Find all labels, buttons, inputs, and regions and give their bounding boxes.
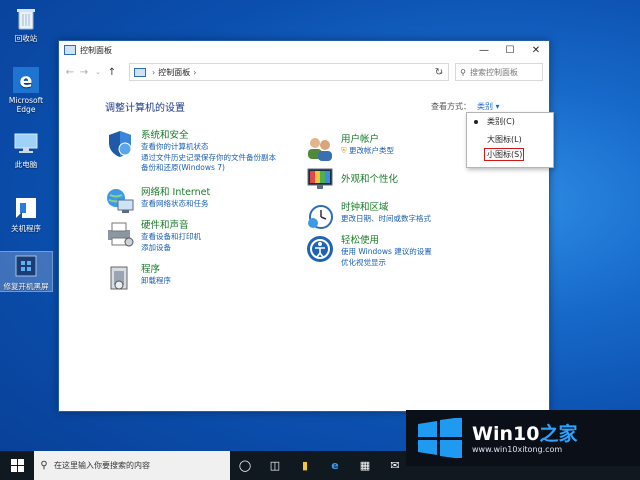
category-title[interactable]: 轻松使用 [341, 234, 432, 247]
page-title: 调整计算机的设置 [105, 103, 185, 114]
category-title[interactable]: 用户帐户 [341, 133, 394, 146]
category-link[interactable]: 使用 Windows 建议的设置 [341, 247, 432, 258]
address-bar[interactable]: › 控制面板 › ⌄ [129, 63, 449, 81]
category-link[interactable]: 优化视觉显示 [341, 258, 432, 269]
category-title[interactable]: 硬件和声音 [141, 219, 201, 232]
category-title[interactable]: 时钟和区域 [341, 201, 431, 214]
windows-logo-icon [10, 459, 24, 472]
category-link[interactable]: 备份和还原(Windows 7) [141, 163, 276, 174]
window-title: 控制面板 [80, 45, 112, 55]
desktop-icon-this-pc[interactable]: 此电脑 [0, 130, 52, 169]
windows-logo-icon [418, 418, 462, 458]
search-input[interactable]: 搜索控制面板 [470, 67, 518, 78]
category-title[interactable]: 程序 [141, 263, 171, 276]
clock-icon[interactable] [305, 201, 335, 231]
forward-arrow-icon[interactable]: → [77, 67, 91, 78]
category-link[interactable]: 查看你的计算机状态 [141, 142, 276, 153]
highlight-box [484, 148, 524, 161]
category-user-accounts: 用户帐户 ⛨ 更改帐户类型 [305, 133, 394, 163]
network-icon[interactable] [105, 186, 135, 216]
shutdown-program-icon [12, 194, 40, 222]
category-clock-region: 时钟和区域 更改日期、时间或数字格式 [305, 201, 431, 231]
selected-dot-icon [474, 120, 478, 124]
brand-latin: Win10 [472, 422, 540, 445]
category-link[interactable]: 通过文件历史记录保存你的文件备份副本 [141, 153, 276, 164]
programs-icon[interactable] [105, 263, 135, 293]
fix-black-screen-icon [12, 252, 40, 280]
desktop-icon-edge[interactable]: e Microsoft Edge [0, 66, 52, 114]
control-panel-window: 控制面板 — ☐ ✕ ← → ⌄ ↑ › 控制面板 › ⌄ ↻ ⚲ 搜索控制面板… [58, 40, 550, 412]
category-programs: 程序 卸载程序 [105, 263, 171, 293]
file-explorer-icon[interactable]: ▮ [290, 451, 320, 480]
taskbar-search[interactable]: ⚲ 在这里输入你要搜索的内容 [34, 451, 230, 480]
brand-cn: 之家 [539, 422, 578, 445]
search-box[interactable]: ⚲ 搜索控制面板 [455, 63, 543, 81]
desktop-icon-label: 修复开机黑屏 [3, 282, 49, 291]
recent-chevron-down-icon[interactable]: ⌄ [91, 68, 105, 76]
minimize-button[interactable]: — [471, 41, 497, 59]
back-arrow-icon[interactable]: ← [63, 67, 77, 78]
printer-icon[interactable] [105, 219, 135, 249]
start-button[interactable] [0, 451, 34, 480]
category-ease-of-access: 轻松使用 使用 Windows 建议的设置 优化视觉显示 [305, 234, 432, 268]
menu-item-label: 大图标(L) [487, 135, 522, 144]
category-link-text: 更改帐户类型 [349, 146, 395, 155]
desktop-icon-label: Microsoft Edge [8, 96, 44, 114]
search-icon: ⚲ [460, 67, 466, 77]
view-by-label: 查看方式： [431, 102, 471, 111]
category-link[interactable]: 更改日期、时间或数字格式 [341, 214, 431, 225]
up-arrow-icon[interactable]: ↑ [105, 67, 119, 78]
view-by: 查看方式： 类别 ▾ [431, 101, 500, 112]
menu-item-category[interactable]: 类别(C) [467, 115, 553, 129]
refresh-button[interactable]: ↻ [431, 63, 447, 81]
appearance-icon[interactable] [305, 165, 335, 195]
cortana-icon[interactable]: ◯ [230, 451, 260, 480]
control-panel-icon [64, 45, 76, 55]
category-title[interactable]: 网络和 Internet [141, 186, 210, 199]
taskbar-search-input[interactable]: 在这里输入你要搜索的内容 [54, 460, 150, 471]
desktop-icon-label: 此电脑 [14, 160, 38, 169]
close-button[interactable]: ✕ [523, 41, 549, 59]
menu-item-label: 类别(C) [487, 117, 515, 126]
breadcrumb-chevron-icon[interactable]: › [152, 68, 155, 77]
category-appearance: 外观和个性化 [305, 165, 398, 195]
shield-icon[interactable] [105, 129, 135, 159]
desktop-icon-label: 回收站 [14, 34, 38, 43]
category-link[interactable]: 查看设备和打印机 [141, 232, 201, 243]
view-by-dropdown[interactable]: 类别 ▾ [477, 102, 500, 111]
desktop-icon-shutdown-program[interactable]: 关机程序 [0, 194, 52, 233]
svg-text:e: e [20, 70, 33, 92]
desktop-icon-recycle-bin[interactable]: 回收站 [0, 4, 52, 43]
desktop-icon-label: 关机程序 [11, 224, 41, 233]
category-link[interactable]: 卸载程序 [141, 276, 171, 287]
edge-icon: e [12, 66, 40, 94]
title-bar[interactable]: 控制面板 — ☐ ✕ [59, 41, 549, 59]
category-title[interactable]: 系统和安全 [141, 129, 276, 142]
store-icon[interactable]: ▦ [350, 451, 380, 480]
ease-of-access-icon[interactable] [305, 234, 335, 264]
edge-taskbar-icon[interactable]: e [320, 451, 350, 480]
watermark-logo: Win10之家 www.win10xitong.com [406, 410, 640, 466]
brand-url: www.win10xitong.com [472, 444, 563, 454]
computer-icon [12, 130, 40, 158]
recycle-bin-icon [12, 4, 40, 32]
category-network-internet: 网络和 Internet 查看网络状态和任务 [105, 186, 210, 216]
uac-shield-icon: ⛨ [341, 146, 347, 155]
category-hardware-sound: 硬件和声音 查看设备和打印机 添加设备 [105, 219, 201, 253]
category-system-security: 系统和安全 查看你的计算机状态 通过文件历史记录保存你的文件备份副本 备份和还原… [105, 129, 276, 174]
menu-item-large-icons[interactable]: 大图标(L) [467, 133, 553, 147]
control-panel-icon [134, 67, 146, 77]
breadcrumb-control-panel[interactable]: 控制面板 [158, 67, 190, 78]
breadcrumb-chevron-icon[interactable]: › [193, 68, 196, 77]
task-view-icon[interactable]: ◫ [260, 451, 290, 480]
search-icon: ⚲ [40, 460, 48, 471]
category-link[interactable]: 添加设备 [141, 243, 201, 254]
category-title[interactable]: 外观和个性化 [341, 173, 398, 186]
maximize-button[interactable]: ☐ [497, 41, 523, 59]
category-link[interactable]: 查看网络状态和任务 [141, 199, 210, 210]
users-icon[interactable] [305, 133, 335, 163]
category-link[interactable]: ⛨ 更改帐户类型 [341, 146, 394, 157]
desktop-icon-fix-black-screen[interactable]: 修复开机黑屏 [0, 251, 53, 292]
view-by-menu: 类别(C) 大图标(L) 小图标(S) [466, 112, 554, 168]
